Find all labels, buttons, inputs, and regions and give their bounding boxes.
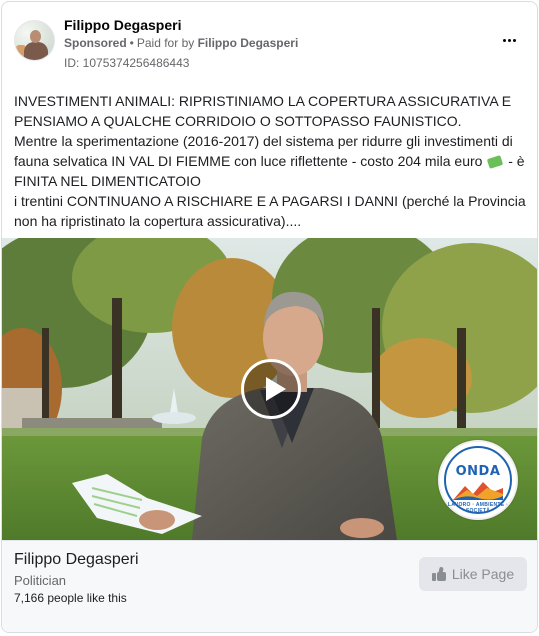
post-text-line: INVESTIMENTI ANIMALI: RIPRISTINIAMO LA C… bbox=[14, 93, 512, 109]
paid-for-prefix: Paid for by bbox=[136, 36, 195, 50]
post-text-fragment: - è bbox=[508, 153, 525, 169]
post-text-line: i trentini CONTINUANO A RISCHIARE E A PA… bbox=[14, 193, 526, 209]
footer-category: Politician bbox=[14, 573, 67, 588]
post-text-line: PENSIAMO A QUALCHE CORRIDOIO O SOTTOPASS… bbox=[14, 113, 462, 129]
like-page-label: Like Page bbox=[451, 566, 515, 582]
more-options-icon[interactable] bbox=[497, 30, 521, 50]
post-text-fragment: fauna selvatica IN VAL DI FIEMME con luc… bbox=[14, 153, 483, 169]
logo-tagline: LAVORO · AMBIENTE · SOCIETÀ bbox=[447, 502, 509, 514]
footer-page-name[interactable]: Filippo Degasperi bbox=[14, 551, 139, 569]
post-header: Filippo Degasperi Sponsored • Paid for by … bbox=[14, 14, 525, 74]
logo-hills-graphic bbox=[453, 482, 503, 500]
money-with-wings-icon bbox=[487, 155, 504, 169]
post-text-line: non ha ripristinato la copertura assicur… bbox=[14, 213, 302, 229]
paid-by-name[interactable]: Filippo Degasperi bbox=[198, 36, 299, 50]
sponsored-meta: Sponsored • Paid for by Filippo Degasperi bbox=[64, 36, 298, 50]
separator-dot: • bbox=[129, 36, 134, 50]
page-footer: Filippo Degasperi Politician 7,166 peopl… bbox=[2, 540, 537, 632]
page-avatar[interactable] bbox=[14, 20, 55, 61]
sponsored-label: Sponsored bbox=[64, 36, 127, 50]
page-name-link[interactable]: Filippo Degasperi bbox=[64, 17, 181, 33]
post-text-line: FINITA NEL DIMENTICATOIO bbox=[14, 173, 201, 189]
thumbs-up-icon bbox=[431, 566, 446, 581]
video-player[interactable]: ONDA LAVORO · AMBIENTE · SOCIETÀ bbox=[2, 238, 537, 540]
sponsored-post-card: Filippo Degasperi Sponsored • Paid for by … bbox=[1, 1, 538, 633]
footer-likes-count: 7,166 people like this bbox=[14, 591, 127, 605]
ad-id: ID: 1075374256486443 bbox=[64, 56, 190, 70]
play-icon[interactable] bbox=[241, 359, 301, 419]
post-text-line: Mentre la sperimentazione (2016-2017) de… bbox=[14, 133, 513, 149]
like-page-button[interactable]: Like Page bbox=[419, 557, 527, 591]
logo-word: ONDA bbox=[455, 464, 501, 479]
onda-logo: ONDA LAVORO · AMBIENTE · SOCIETÀ bbox=[438, 440, 518, 520]
post-text-line: fauna selvatica IN VAL DI FIEMME con luc… bbox=[14, 151, 529, 171]
post-body-text: INVESTIMENTI ANIMALI: RIPRISTINIAMO LA C… bbox=[14, 91, 529, 231]
